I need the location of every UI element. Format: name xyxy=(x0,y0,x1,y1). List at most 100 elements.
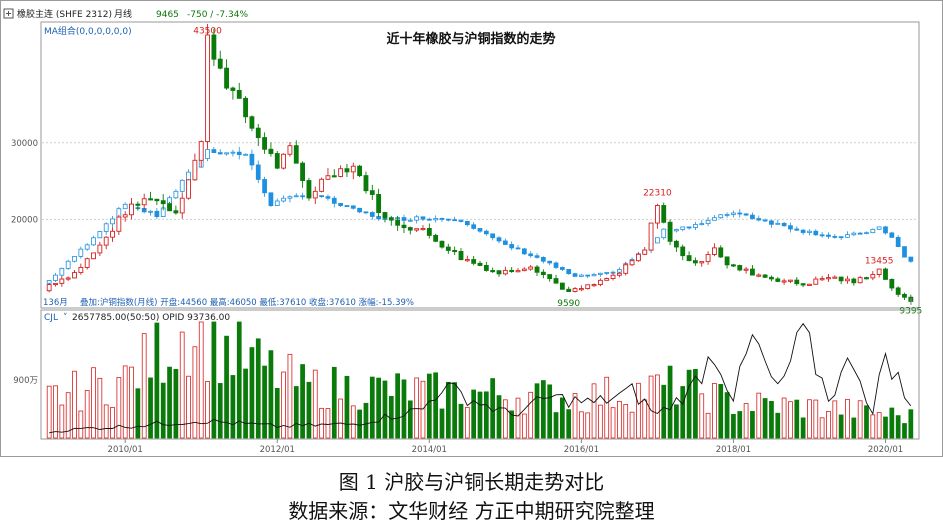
candle-body xyxy=(534,266,540,273)
overlay-body xyxy=(680,226,686,230)
volume-bar xyxy=(496,395,502,439)
label-low: 9590 xyxy=(557,299,580,309)
candle-body xyxy=(731,264,736,267)
overlay-body xyxy=(357,207,362,213)
volume-bar xyxy=(826,411,831,439)
candle-body xyxy=(262,137,267,150)
overlay-candle xyxy=(72,256,77,263)
overlay-body xyxy=(851,232,857,236)
candle-body xyxy=(312,190,318,199)
overlay-body xyxy=(154,210,160,217)
volume-bar xyxy=(724,392,730,439)
overlay-body xyxy=(902,246,907,258)
x-tick-label: 2020/01 xyxy=(868,445,903,455)
candle xyxy=(46,283,52,293)
overlay-body xyxy=(693,224,698,228)
overlay-body xyxy=(331,197,337,204)
volume-indicator-label[interactable]: CJL xyxy=(44,313,58,323)
overlay-body xyxy=(452,219,458,222)
candle-body xyxy=(230,87,236,91)
volume-bar xyxy=(648,375,654,439)
volume-bar xyxy=(553,412,559,439)
overlay-body xyxy=(864,232,869,235)
overlay-body xyxy=(521,248,527,255)
candle-body xyxy=(528,266,534,270)
candle-body xyxy=(819,278,825,281)
overlay-candle xyxy=(889,231,895,238)
candle-body xyxy=(604,278,610,281)
candle-body xyxy=(781,280,787,283)
candle-body xyxy=(889,278,895,289)
candle-body xyxy=(851,278,857,284)
volume-bar xyxy=(845,398,850,439)
overlay-body xyxy=(439,218,445,220)
candle xyxy=(661,202,667,224)
chart-title: 近十年橡胶与沪铜指数的走势 xyxy=(386,31,555,47)
volume-bar xyxy=(794,399,800,439)
overlay-body xyxy=(756,218,762,221)
overlay-body xyxy=(718,214,724,219)
chevron-down-icon[interactable]: ˅ xyxy=(63,313,68,323)
overlay-candle xyxy=(179,179,185,194)
volume-bar xyxy=(585,412,591,439)
candle-body xyxy=(578,288,584,291)
overlay-body xyxy=(655,237,660,244)
volume-bar xyxy=(452,382,458,439)
overlay-body xyxy=(344,205,350,207)
ma-indicator-label[interactable]: MA组合(0,0,0,0,0,0) xyxy=(44,25,132,37)
candle-body xyxy=(344,168,350,173)
overlay-body xyxy=(268,192,274,207)
volume-bar xyxy=(674,404,679,439)
candle-body xyxy=(458,251,464,261)
candle-body xyxy=(521,268,527,272)
volume-bar xyxy=(445,381,451,439)
overlay-candle xyxy=(876,226,882,230)
overlay-body xyxy=(876,226,882,230)
candle-body xyxy=(490,270,496,273)
candle-body xyxy=(654,205,660,224)
candle-body xyxy=(198,141,204,161)
volume-bar xyxy=(78,410,84,439)
volume-bar xyxy=(135,388,141,439)
candle-body xyxy=(420,227,426,231)
candle-body xyxy=(883,268,888,280)
overlay-body xyxy=(173,190,179,199)
overlay-body xyxy=(319,195,324,198)
volume-bar xyxy=(883,416,888,439)
volume-bar xyxy=(293,386,299,439)
volume-bar xyxy=(636,382,641,439)
overlay-candle xyxy=(883,225,888,235)
candle-body xyxy=(129,203,134,216)
overlay-body xyxy=(775,222,781,225)
candle-body xyxy=(186,179,191,199)
overlay-body xyxy=(889,232,895,238)
overlay-body xyxy=(110,218,115,225)
candle-body xyxy=(46,284,52,292)
x-tick-label: 2014/01 xyxy=(412,445,447,455)
volume-bar xyxy=(230,375,236,439)
header-checkbox-icon[interactable] xyxy=(3,8,14,19)
overlay-body xyxy=(243,153,248,156)
candle-body xyxy=(750,268,755,276)
volume-bar xyxy=(458,403,464,439)
period-label[interactable]: 月线 xyxy=(114,8,132,20)
candle-body xyxy=(876,268,882,275)
candle-body xyxy=(635,253,641,262)
candle-body xyxy=(464,259,470,262)
overlay-body xyxy=(471,224,477,229)
overlay-body xyxy=(883,226,888,234)
volume-info: 2657785.00(50:50) OPID 93736.00 xyxy=(72,313,230,323)
volume-bar xyxy=(483,391,489,439)
volume-bar xyxy=(756,392,762,439)
volume-bar xyxy=(591,383,597,439)
volume-bar xyxy=(110,407,115,439)
volume-bar xyxy=(287,353,293,439)
volume-bar xyxy=(59,404,65,439)
overlay-body xyxy=(585,274,591,277)
candle-body xyxy=(661,205,667,223)
candle-body xyxy=(357,165,363,177)
candle-body xyxy=(110,230,115,238)
overlay-body xyxy=(895,236,901,247)
candle-body xyxy=(629,260,635,266)
candle-body xyxy=(895,287,901,295)
